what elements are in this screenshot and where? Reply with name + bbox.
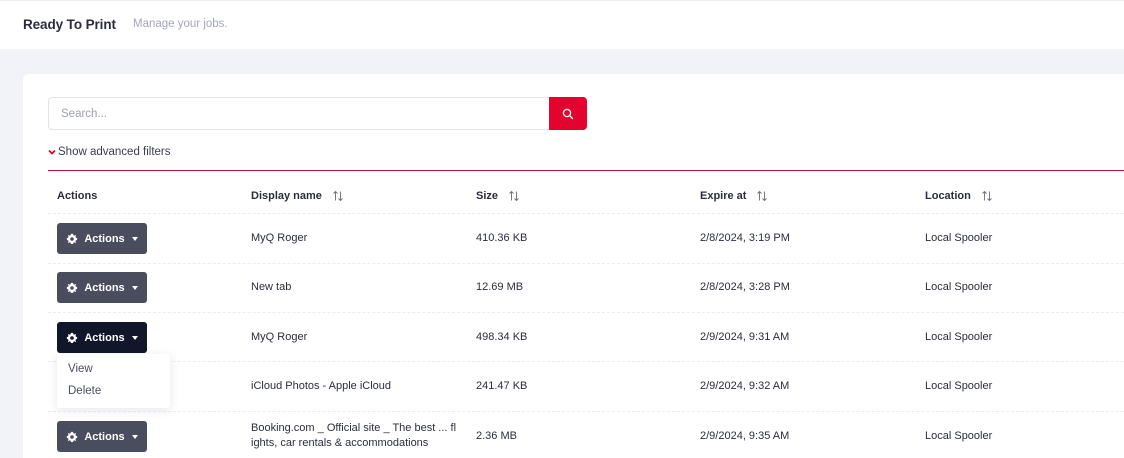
column-header-location[interactable]: Location [925,190,993,202]
column-header-expire-at-label: Expire at [700,190,747,202]
sort-icon[interactable] [332,190,344,202]
column-header-display-name[interactable]: Display name [251,190,344,202]
row-actions-button[interactable]: Actions [57,272,147,303]
actions-dropdown-menu: View Delete [57,354,170,408]
job-location: Local Spooler [925,430,993,442]
filter-divider [48,170,1124,171]
gear-icon [67,332,78,343]
row-actions-button[interactable]: Actions [57,223,147,254]
sort-icon[interactable] [981,190,993,202]
job-size: 410.36 KB [476,232,528,244]
caret-down-icon [131,335,138,340]
advanced-filters-label: Show advanced filters [58,146,171,158]
menu-item-view[interactable]: View [68,363,93,375]
column-header-size-label: Size [476,190,499,202]
job-size: 12.69 MB [476,281,524,293]
page-subtitle: Manage your jobs. [133,18,228,30]
gear-icon [67,431,78,442]
row-actions-label: Actions [84,331,125,344]
row-actions-label: Actions [84,281,125,294]
row-divider [48,411,1124,412]
job-size: 498.34 KB [476,331,528,343]
sort-icon[interactable] [508,190,520,202]
column-header-size[interactable]: Size [476,190,520,202]
job-location: Local Spooler [925,331,993,343]
chevron-down-icon [48,149,56,155]
gear-icon [67,282,78,293]
job-display-name: MyQ Roger [251,232,308,244]
job-expire-at: 2/9/2024, 9:31 AM [700,331,790,343]
row-actions-label: Actions [84,232,125,245]
job-expire-at: 2/9/2024, 9:35 AM [700,430,790,442]
menu-item-delete[interactable]: Delete [68,385,101,397]
job-expire-at: 2/8/2024, 3:28 PM [700,281,790,293]
job-location: Local Spooler [925,281,993,293]
caret-down-icon [131,285,138,290]
caret-down-icon [131,434,138,439]
row-divider [48,263,1124,264]
jobs-card [23,74,1124,458]
gear-icon [67,233,78,244]
job-display-name: iCloud Photos - Apple iCloud [251,380,392,392]
job-size: 241.47 KB [476,380,528,392]
job-location: Local Spooler [925,380,993,392]
job-size: 2.36 MB [476,430,517,442]
job-expire-at: 2/9/2024, 9:32 AM [700,380,790,392]
column-header-location-label: Location [925,190,971,202]
search-icon [562,108,574,119]
column-header-actions-label: Actions [57,190,98,202]
row-divider [48,213,1124,214]
column-header-expire-at[interactable]: Expire at [700,190,768,202]
caret-down-icon [131,236,138,241]
row-actions-label: Actions [84,430,125,443]
job-location: Local Spooler [925,232,993,244]
job-display-name-line: ights, car rentals & accommodations [251,437,429,449]
page-title: Ready To Print [23,17,116,32]
column-header-display-name-label: Display name [251,190,322,202]
job-display-name: Booking.com _ Official site _ The best .… [251,421,456,451]
row-actions-button[interactable]: Actions [57,322,147,353]
row-actions-button[interactable]: Actions [57,421,147,452]
row-divider [48,312,1124,313]
column-header-actions: Actions [57,190,97,202]
sort-icon[interactable] [756,190,768,202]
search-input[interactable] [48,97,550,130]
job-expire-at: 2/8/2024, 3:19 PM [700,232,790,244]
row-divider [48,361,1124,362]
job-display-name-line: Booking.com _ Official site _ The best .… [251,422,457,434]
job-display-name: MyQ Roger [251,331,308,343]
advanced-filters-toggle[interactable]: Show advanced filters [47,146,171,158]
job-display-name: New tab [251,281,292,293]
search-button[interactable] [549,97,587,130]
